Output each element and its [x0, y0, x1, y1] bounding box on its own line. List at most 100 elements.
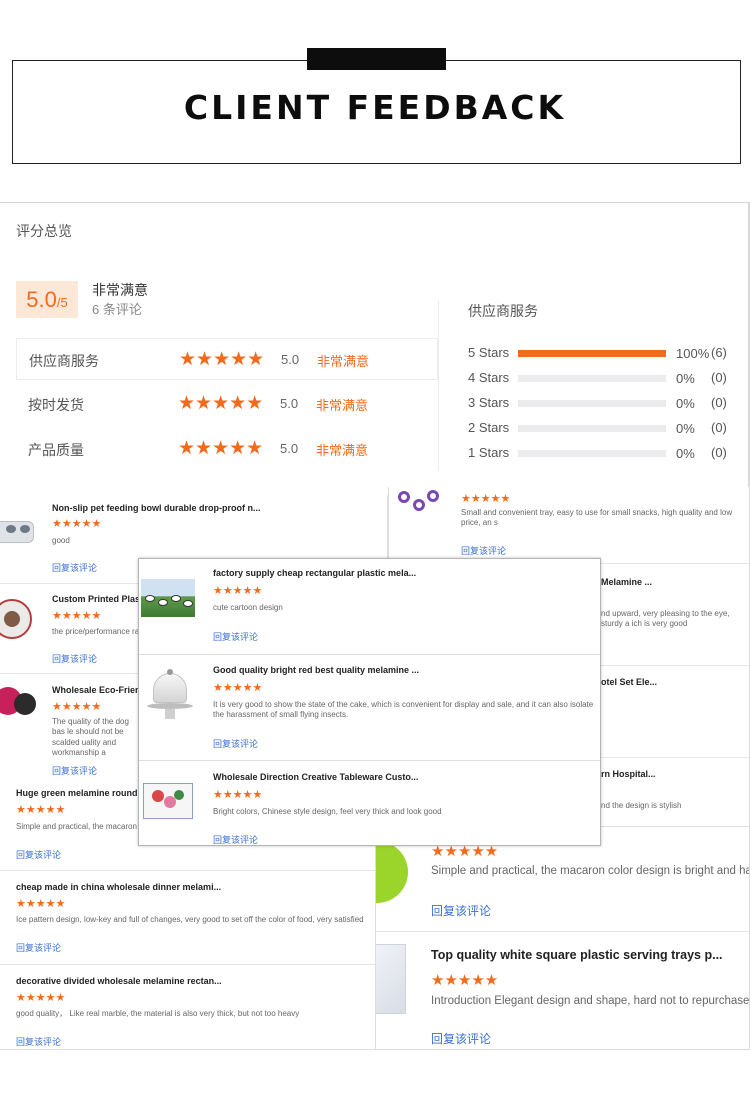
review-title: decorative divided wholesale melamine re… — [16, 976, 222, 986]
dimension-score: 5.0 — [280, 396, 299, 411]
product-thumbnail — [141, 579, 195, 617]
dimension-label: 供应商服务 — [29, 353, 99, 369]
review-text: It is very good to show the state of the… — [213, 700, 594, 720]
dimension-label: 产品质量 — [28, 442, 84, 458]
distribution-bar-fill — [518, 350, 666, 357]
review-text: Bright colors, Chinese style design, fee… — [213, 807, 442, 816]
distribution-row: 5 Stars 100% (6) — [468, 343, 738, 363]
reply-link[interactable]: 回复该评论 — [213, 833, 258, 845]
distribution-row: 1 Stars 0% (0) — [468, 443, 738, 463]
reply-link[interactable]: 回复该评论 — [461, 544, 506, 557]
star-rating: ★★★★★ — [213, 585, 263, 597]
white-tray-image — [376, 944, 406, 1014]
review-title: Custom Printed Plasti — [52, 594, 146, 604]
review-text: the price/performance ra — [52, 627, 140, 636]
distribution-title: 供应商服务 — [468, 303, 538, 319]
review-title: factory supply cheap rectangular plastic… — [213, 568, 417, 578]
star-rating: ★★★★★ — [52, 610, 102, 622]
distribution-percent: 0% — [676, 371, 695, 386]
row-divider — [139, 760, 600, 761]
distribution-count: (0) — [711, 370, 727, 385]
star-rating: ★★★★★ — [178, 393, 264, 414]
reply-link[interactable]: 回复该评论 — [16, 941, 61, 954]
distribution-percent: 0% — [676, 421, 695, 436]
distribution-row: 3 Stars 0% (0) — [468, 393, 738, 413]
distribution-count: (0) — [711, 395, 727, 410]
distribution-bar — [518, 400, 666, 407]
distribution-count: (6) — [711, 345, 727, 360]
review-text: good quality， Like real marble, the mate… — [16, 1009, 300, 1018]
distribution-percent: 100% — [676, 346, 710, 361]
row-divider — [0, 870, 375, 871]
distribution-percent: 0% — [676, 396, 695, 411]
distribution-bar — [518, 350, 666, 357]
product-thumbnail — [0, 509, 36, 551]
review-text: Small and convenient tray, easy to use f… — [461, 508, 733, 528]
distribution-label: 4 Stars — [468, 370, 510, 385]
review-title: Wholesale Eco-Friendl — [52, 685, 149, 695]
distribution-label: 1 Stars — [468, 445, 510, 460]
star-rating: ★★★★★ — [213, 789, 263, 801]
reply-link[interactable]: 回复该评论 — [52, 561, 97, 574]
product-thumbnail — [143, 783, 193, 819]
star-rating: ★★★★★ — [16, 992, 66, 1004]
review-title: Wholesale Direction Creative Tableware C… — [213, 772, 419, 782]
product-thumbnail — [143, 669, 197, 721]
review-text: The quality of the dog bas le should not… — [52, 717, 129, 758]
header-decor-bar — [307, 48, 446, 70]
dimension-text: 非常满意 — [316, 443, 369, 458]
reply-link[interactable]: 回复该评论 — [213, 630, 258, 643]
distribution-bar — [518, 450, 666, 457]
product-thumbnail — [376, 944, 409, 1014]
review-text: Ice pattern design, low-key and full of … — [16, 915, 364, 924]
distribution-percent: 0% — [676, 446, 695, 461]
reply-link[interactable]: 回复该评论 — [213, 737, 258, 750]
review-title: Good quality bright red best quality mel… — [213, 665, 420, 675]
product-thumbnail — [376, 841, 409, 903]
dimension-text: 非常满意 — [317, 354, 370, 369]
star-rating: ★★★★★ — [52, 518, 102, 530]
star-rating: ★★★★★ — [16, 804, 66, 816]
reply-link[interactable]: 回复该评论 — [431, 902, 491, 919]
distribution-count: (0) — [711, 445, 727, 460]
star-rating: ★★★★★ — [52, 701, 102, 713]
dimension-text: 非常满意 — [316, 398, 369, 413]
reply-link[interactable]: 回复该评论 — [52, 652, 97, 665]
reply-link[interactable]: 回复该评论 — [16, 1035, 61, 1048]
overall-score-badge: 5.0/5 — [16, 281, 78, 318]
review-title: cheap made in china wholesale dinner mel… — [16, 882, 222, 892]
distribution-label: 3 Stars — [468, 395, 510, 410]
reply-link[interactable]: 回复该评论 — [16, 848, 61, 861]
dimension-row: 供应商服务 ★★★★★ 5.0 非常满意 — [16, 338, 438, 380]
star-rating: ★★★★★ — [213, 682, 263, 694]
star-rating: ★★★★★ — [461, 493, 511, 505]
distribution-label: 5 Stars — [468, 345, 510, 360]
distribution-bar — [518, 425, 666, 432]
star-rating: ★★★★★ — [179, 349, 265, 370]
review-card-bottom-right: ★★★★★ Simple and practical, the macaron … — [375, 825, 750, 1050]
dimension-row: 按时发货 ★★★★★ 5.0 非常满意 — [16, 383, 438, 425]
reply-link[interactable]: 回复该评论 — [52, 764, 97, 777]
panel-divider — [438, 301, 439, 471]
review-title: Melamine ... — [601, 577, 653, 587]
rating-summary-panel: 评分总览 5.0/5 非常满意 6 条评论 供应商服务 ★★★★★ 5.0 非常… — [0, 202, 750, 496]
green-plate-image — [376, 841, 408, 903]
dimension-score: 5.0 — [281, 352, 300, 367]
distribution-bar — [518, 375, 666, 382]
review-text: Introduction Elegant design and shape, h… — [431, 995, 750, 1007]
distribution-row: 4 Stars 0% (0) — [468, 368, 738, 388]
review-text: Simple and practical, the macaron — [16, 822, 137, 831]
review-title: Huge green melamine round s — [16, 788, 146, 798]
star-rating: ★★★★★ — [178, 438, 264, 459]
distribution-count: (0) — [711, 420, 727, 435]
distribution-label: 2 Stars — [468, 420, 510, 435]
dimension-row: 产品质量 ★★★★★ 5.0 非常满意 — [16, 428, 438, 470]
review-text: nd the design is stylish — [601, 801, 682, 810]
star-rating: ★★★★★ — [431, 972, 499, 989]
row-divider — [0, 964, 375, 965]
review-title: rn Hospital... — [601, 769, 656, 779]
reply-link[interactable]: 回复该评论 — [431, 1030, 491, 1047]
product-thumbnail — [0, 595, 38, 645]
review-text: Simple and practical, the macaron color … — [431, 865, 750, 877]
overall-score: 5.0 — [26, 287, 57, 312]
